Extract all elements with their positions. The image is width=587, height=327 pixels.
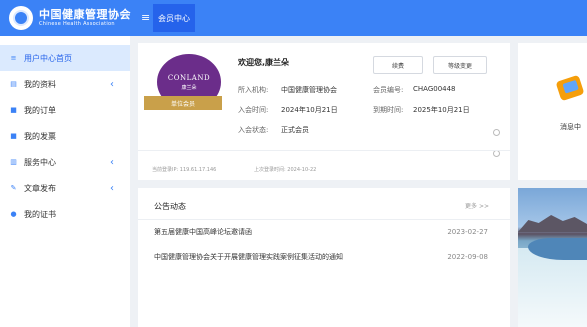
brand: 中国健康管理协会 Chinese Health Association [39, 9, 131, 27]
sidebar-item-label: 我的证书 [24, 209, 56, 219]
divider [138, 150, 510, 151]
notice-row-date: 2022-09-08 [447, 253, 488, 261]
chevron-left-icon: ‹ [110, 182, 114, 194]
menu-icon: ≡ [10, 54, 17, 62]
notice-row[interactable]: 第五届健康中国高峰论坛邀请函 2023-02-27 [154, 225, 488, 239]
divider [138, 219, 510, 220]
pen-icon: ✎ [10, 184, 17, 192]
message-center-label: 消息中 [560, 123, 581, 131]
notice-row-title: 第五届健康中国高峰论坛邀请函 [154, 228, 252, 236]
login-ip: 当前登录IP: 119.61.17.146 [152, 167, 217, 173]
scroll-dot[interactable] [493, 150, 500, 157]
profile-card: CONLAND 康兰朵 单位会员 欢迎您,康兰朵 续费 等级变更 所入机构: 中… [138, 43, 510, 180]
sidebar-item-label: 服务中心 [24, 157, 56, 167]
member-badge: 单位会员 [144, 96, 222, 110]
sidebar-item-label: 文章发布 [24, 183, 56, 193]
message-icon [555, 74, 585, 102]
org-label: 所入机构: [238, 86, 269, 94]
avatar-subname: 康兰朵 [181, 84, 197, 91]
sidebar: ≡ 用户中心首页 ▤ 我的资料 ‹ ■ 我的订单 ■ 我的发票 ▥ 服务中心 ‹… [0, 36, 130, 327]
landscape-photo[interactable] [518, 188, 587, 327]
notice-row-date: 2023-02-27 [447, 228, 488, 236]
notice-more-link[interactable]: 更多 >> [465, 201, 489, 210]
renew-button[interactable]: 续费 [373, 56, 423, 74]
expire-date-value: 2025年10月21日 [413, 106, 470, 114]
notice-row-title: 中国健康管理协会关于开展健康管理实践案例征集活动的通知 [154, 253, 343, 261]
notice-title: 公告动态 [154, 202, 186, 211]
profile-icon: ▤ [10, 80, 17, 88]
scroll-dot[interactable] [493, 129, 500, 136]
org-value: 中国健康管理协会 [281, 86, 337, 94]
service-icon: ▥ [10, 158, 17, 166]
sidebar-item-service[interactable]: ▥ 服务中心 ‹ [0, 149, 130, 175]
level-change-button[interactable]: 等级变更 [433, 56, 487, 74]
member-no-value: CHAG00448 [413, 85, 456, 93]
welcome-text: 欢迎您,康兰朵 [238, 58, 290, 67]
chevron-left-icon: ‹ [110, 156, 114, 168]
last-login-time: 上次登录时间: 2024-10-22 [254, 167, 317, 173]
sidebar-item-label: 我的资料 [24, 79, 56, 89]
status-label: 入会状态: [238, 126, 269, 134]
message-center-card[interactable]: 消息中 [518, 43, 587, 180]
status-value: 正式会员 [281, 126, 309, 134]
sidebar-item-articles[interactable]: ✎ 文章发布 ‹ [0, 175, 130, 201]
member-no-label: 会员编号: [373, 86, 404, 94]
sidebar-item-orders[interactable]: ■ 我的订单 [0, 97, 130, 123]
hamburger-icon[interactable]: ≡ [141, 11, 150, 24]
invoice-icon: ■ [10, 132, 17, 140]
notice-row[interactable]: 中国健康管理协会关于开展健康管理实践案例征集活动的通知 2022-09-08 [154, 250, 488, 264]
brand-name: 中国健康管理协会 [39, 8, 131, 21]
notice-card: 公告动态 更多 >> 第五届健康中国高峰论坛邀请函 2023-02-27 中国健… [138, 188, 510, 327]
sidebar-item-home[interactable]: ≡ 用户中心首页 [0, 45, 130, 71]
sidebar-item-label: 用户中心首页 [24, 53, 72, 63]
top-header: 中国健康管理协会 Chinese Health Association ≡ 会员… [0, 0, 587, 36]
join-date-label: 入会时间: [238, 106, 269, 114]
sidebar-item-profile[interactable]: ▤ 我的资料 ‹ [0, 71, 130, 97]
expire-date-label: 到期时间: [373, 106, 404, 114]
sidebar-item-invoices[interactable]: ■ 我的发票 [0, 123, 130, 149]
chevron-left-icon: ‹ [110, 78, 114, 90]
sidebar-item-certificates[interactable]: ● 我的证书 [0, 201, 130, 227]
tab-member-center[interactable]: 会员中心 [153, 4, 195, 32]
sidebar-item-label: 我的订单 [24, 105, 56, 115]
drop-icon: ● [10, 210, 17, 218]
association-logo[interactable] [9, 6, 33, 30]
order-icon: ■ [10, 106, 17, 114]
brand-english-name: Chinese Health Association [39, 21, 115, 27]
join-date-value: 2024年10月21日 [281, 106, 338, 114]
sidebar-item-label: 我的发票 [24, 131, 56, 141]
avatar-name: CONLAND [167, 73, 211, 82]
